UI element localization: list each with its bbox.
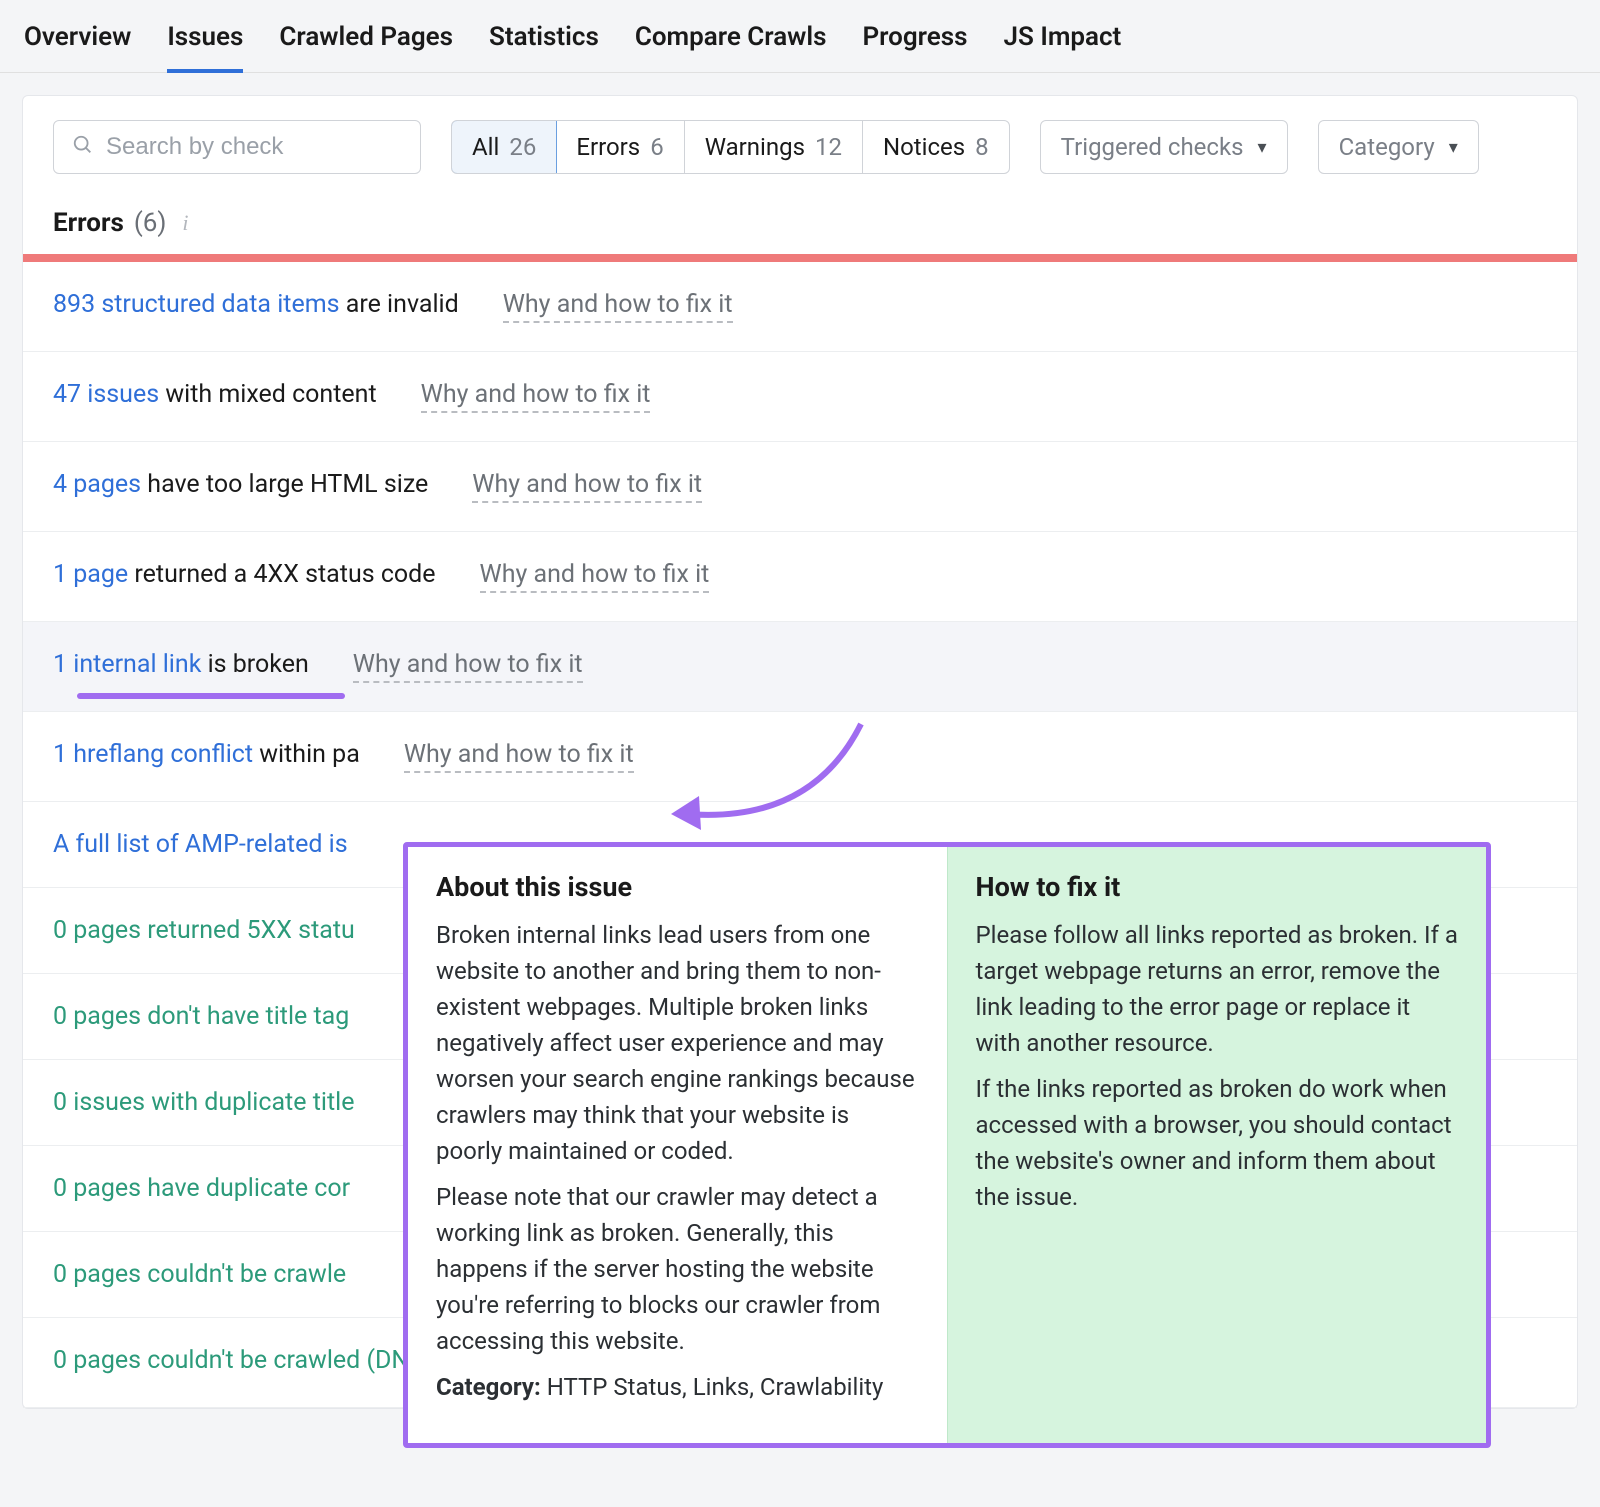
filter-notices[interactable]: Notices 8 xyxy=(863,121,1009,173)
issue-link[interactable]: 1 internal link xyxy=(53,650,201,679)
issue-text: 1 page returned a 4XX status code xyxy=(53,560,436,589)
triggered-checks-dropdown[interactable]: Triggered checks ▾ xyxy=(1040,120,1288,174)
tab-overview[interactable]: Overview xyxy=(24,22,131,72)
filter-notices-label: Notices xyxy=(883,133,965,161)
issue-link[interactable]: 893 structured data items xyxy=(53,290,340,319)
issue-popover: About this issue Broken internal links l… xyxy=(403,842,1491,1448)
tab-compare-crawls[interactable]: Compare Crawls xyxy=(635,22,827,72)
info-icon[interactable]: i xyxy=(182,210,188,236)
issue-zero-text: 0 pages don't have title tag xyxy=(53,1002,349,1031)
why-fix-link[interactable]: Why and how to fix it xyxy=(503,290,733,323)
chevron-down-icon: ▾ xyxy=(1449,137,1458,158)
toolbar: All 26 Errors 6 Warnings 12 Notices 8 Tr… xyxy=(23,96,1577,192)
issue-text: A full list of AMP-related is xyxy=(53,830,348,859)
search-box[interactable] xyxy=(53,120,421,174)
fix-body-2: If the links reported as broken do work … xyxy=(976,1071,1459,1215)
filter-all-count: 26 xyxy=(509,133,536,161)
issue-rest: within pa xyxy=(253,740,360,769)
issues-panel: All 26 Errors 6 Warnings 12 Notices 8 Tr… xyxy=(22,95,1578,1409)
issue-row[interactable]: 47 issues with mixed content Why and how … xyxy=(23,352,1577,442)
why-fix-link[interactable]: Why and how to fix it xyxy=(404,740,634,773)
issue-row[interactable]: 4 pages have too large HTML size Why and … xyxy=(23,442,1577,532)
filter-errors-count: 6 xyxy=(650,133,664,161)
issue-rest: is broken xyxy=(201,650,308,679)
issue-text: 47 issues with mixed content xyxy=(53,380,377,409)
triggered-checks-label: Triggered checks xyxy=(1061,133,1244,161)
issue-text: 893 structured data items are invalid xyxy=(53,290,459,319)
main-tabs: Overview Issues Crawled Pages Statistics… xyxy=(0,0,1600,73)
filter-all[interactable]: All 26 xyxy=(451,120,557,174)
section-header: Errors (6) i xyxy=(23,192,1577,254)
issue-rest: returned a 4XX status code xyxy=(128,560,435,589)
fix-title: How to fix it xyxy=(976,871,1459,903)
why-fix-link[interactable]: Why and how to fix it xyxy=(480,560,710,593)
issue-text: 1 internal link is broken xyxy=(53,650,309,679)
section-title: Errors xyxy=(53,208,124,238)
issue-text: 0 pages have duplicate cor xyxy=(53,1174,350,1203)
issue-text: 4 pages have too large HTML size xyxy=(53,470,428,499)
issue-text: 1 hreflang conflict within pa xyxy=(53,740,360,769)
search-input[interactable] xyxy=(106,133,416,161)
filter-errors-label: Errors xyxy=(576,133,640,161)
filter-warnings-count: 12 xyxy=(815,133,842,161)
issue-row[interactable]: 1 page returned a 4XX status code Why and… xyxy=(23,532,1577,622)
issue-rest: have too large HTML size xyxy=(141,470,428,499)
issue-link[interactable]: 1 hreflang conflict xyxy=(53,740,253,769)
issue-zero-text: 0 pages returned 5XX statu xyxy=(53,916,355,945)
issue-row[interactable]: 1 hreflang conflict within pa Why and how… xyxy=(23,712,1577,802)
search-icon xyxy=(72,134,94,160)
issue-text: 0 pages don't have title tag xyxy=(53,1002,349,1031)
category-label: Category xyxy=(1339,133,1435,161)
issue-text: 0 issues with duplicate title xyxy=(53,1088,354,1117)
filter-notices-count: 8 xyxy=(975,133,989,161)
tab-progress[interactable]: Progress xyxy=(863,22,968,72)
why-fix-link[interactable]: Why and how to fix it xyxy=(421,380,651,413)
issue-text: 0 pages couldn't be crawle xyxy=(53,1260,346,1289)
category-value: HTTP Status, Links, Crawlability xyxy=(541,1373,884,1401)
about-category: Category: HTTP Status, Links, Crawlabili… xyxy=(436,1369,919,1405)
popover-about: About this issue Broken internal links l… xyxy=(408,847,947,1443)
chevron-down-icon: ▾ xyxy=(1258,137,1267,158)
issue-row[interactable]: 893 structured data items are invalid Why… xyxy=(23,262,1577,352)
issue-zero-text: 0 pages couldn't be crawle xyxy=(53,1260,346,1289)
tab-statistics[interactable]: Statistics xyxy=(489,22,599,72)
issue-row[interactable]: 1 internal link is broken Why and how to … xyxy=(23,622,1577,712)
filter-warnings-label: Warnings xyxy=(705,133,805,161)
issue-link[interactable]: 47 issues xyxy=(53,380,159,409)
tab-issues[interactable]: Issues xyxy=(167,22,243,72)
popover-fix: How to fix it Please follow all links re… xyxy=(947,847,1487,1443)
issue-link[interactable]: A full list of AMP-related is xyxy=(53,830,348,859)
about-title: About this issue xyxy=(436,871,919,903)
annotation-underline xyxy=(77,693,345,699)
severity-filter: All 26 Errors 6 Warnings 12 Notices 8 xyxy=(451,120,1010,174)
why-fix-link[interactable]: Why and how to fix it xyxy=(472,470,702,503)
about-body-1: Broken internal links lead users from on… xyxy=(436,917,919,1169)
category-dropdown[interactable]: Category ▾ xyxy=(1318,120,1479,174)
section-count: (6) xyxy=(134,208,167,238)
severity-bar xyxy=(23,254,1577,262)
issue-zero-text: 0 pages have duplicate cor xyxy=(53,1174,350,1203)
filter-warnings[interactable]: Warnings 12 xyxy=(685,121,863,173)
issue-link[interactable]: 4 pages xyxy=(53,470,141,499)
why-fix-link[interactable]: Why and how to fix it xyxy=(353,650,583,683)
filter-all-label: All xyxy=(472,133,499,161)
issue-zero-text: 0 issues with duplicate title xyxy=(53,1088,354,1117)
tab-crawled-pages[interactable]: Crawled Pages xyxy=(279,22,453,72)
tab-js-impact[interactable]: JS Impact xyxy=(1004,22,1122,72)
category-label-text: Category: xyxy=(436,1373,541,1401)
fix-body-1: Please follow all links reported as brok… xyxy=(976,917,1459,1061)
filter-errors[interactable]: Errors 6 xyxy=(556,121,684,173)
issue-text: 0 pages returned 5XX statu xyxy=(53,916,355,945)
issue-link[interactable]: 1 page xyxy=(53,560,128,589)
about-body-2: Please note that our crawler may detect … xyxy=(436,1179,919,1359)
issue-rest: with mixed content xyxy=(159,380,377,409)
issue-rest: are invalid xyxy=(340,290,459,319)
